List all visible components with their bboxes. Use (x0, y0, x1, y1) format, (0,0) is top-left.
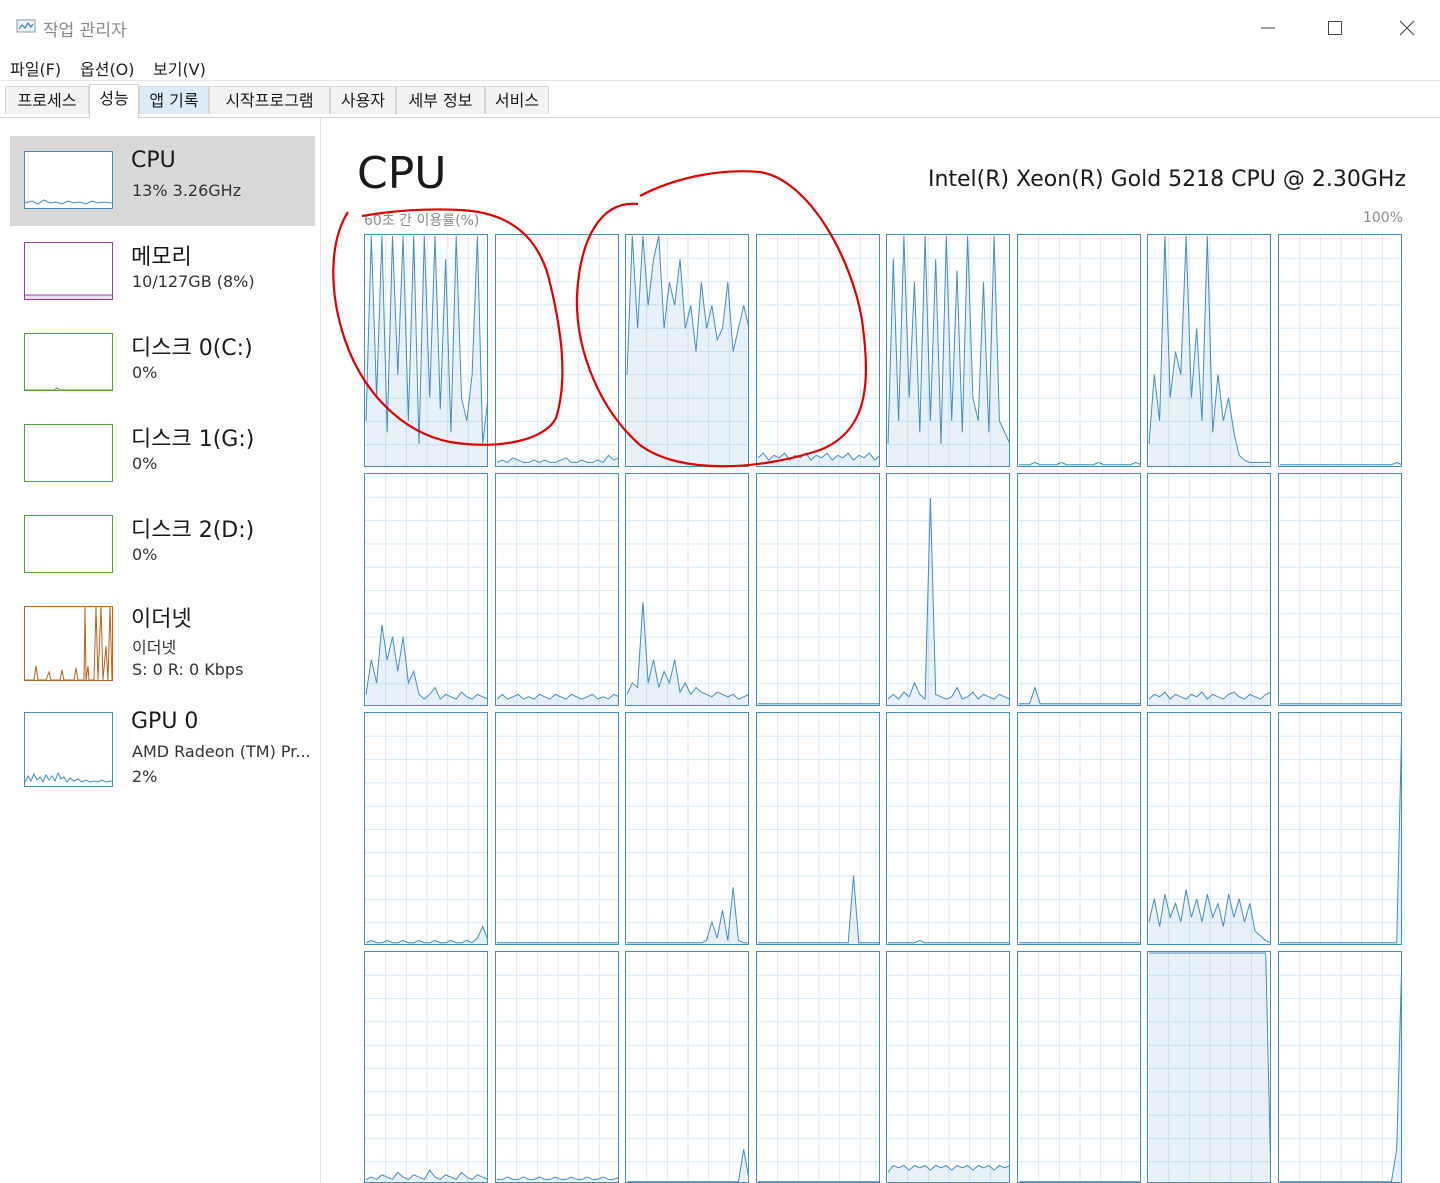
minimize-icon (1261, 27, 1275, 29)
sidebar-item-ethernet[interactable]: 이더넷 이더넷 S: 0 R: 0 Kbps (10, 591, 315, 696)
cpu-core-graph-4 (886, 234, 1010, 467)
cpu-core-graph-28 (886, 951, 1010, 1183)
tab-startup[interactable]: 시작프로그램 (209, 86, 330, 114)
cpu-core-graph-17 (495, 712, 619, 945)
window-title: 작업 관리자 (43, 21, 127, 41)
title-bar: 작업 관리자 (0, 0, 1440, 52)
cpu-core-graph-6 (1147, 234, 1271, 467)
cpu-core-graph-21 (1017, 712, 1141, 945)
maximize-button[interactable] (1312, 10, 1358, 46)
sidebar-item-cpu[interactable]: CPU 13% 3.26GHz (10, 136, 315, 226)
sidebar-item-label: 디스크 0(C:) (131, 336, 253, 361)
cpu-core-graph-16 (364, 712, 488, 945)
tab-services[interactable]: 서비스 (485, 86, 549, 114)
cpu-core-graph-19 (756, 712, 880, 945)
sidebar-item-disk0[interactable]: 디스크 0(C:) 0% (10, 318, 315, 408)
sidebar-item-memory[interactable]: 메모리 10/127GB (8%) (10, 227, 315, 317)
tab-performance[interactable]: 성능 (89, 84, 139, 118)
utilization-max-label: 100% (1362, 210, 1403, 226)
minimize-button[interactable] (1245, 10, 1291, 46)
cpu-core-graph-23 (1278, 712, 1402, 945)
sidebar-item-usage: 2% (132, 767, 158, 786)
maximize-icon (1328, 21, 1342, 35)
menu-view[interactable]: 보기(V) (153, 56, 206, 80)
close-icon (1399, 20, 1415, 36)
page-title: CPU (357, 148, 447, 199)
close-button[interactable] (1384, 10, 1430, 46)
cpu-core-graph-8 (364, 473, 488, 706)
sidebar-item-label: CPU (131, 148, 176, 173)
disk1-thumbnail (24, 424, 113, 482)
cpu-core-graph-24 (364, 951, 488, 1183)
gpu-thumbnail (24, 712, 113, 787)
cpu-core-graph-0 (364, 234, 488, 467)
sidebar-item-value: 이더넷 (132, 638, 177, 657)
cpu-core-graph-12 (886, 473, 1010, 706)
usage-area (1149, 953, 1270, 1182)
cpu-core-graph-30 (1147, 951, 1271, 1183)
cpu-core-graph-5 (1017, 234, 1141, 467)
disk0-thumbnail (24, 333, 113, 391)
cpu-core-graph-11 (756, 473, 880, 706)
tab-app-history[interactable]: 앱 기록 (139, 86, 209, 114)
cpu-core-graph-14 (1147, 473, 1271, 706)
cpu-core-graph-22 (1147, 712, 1271, 945)
sidebar-item-value: 10/127GB (8%) (132, 272, 255, 291)
sidebar-item-throughput: S: 0 R: 0 Kbps (132, 660, 244, 679)
sidebar-item-value: 0% (132, 363, 158, 382)
task-manager-icon (16, 19, 36, 33)
tab-users[interactable]: 사용자 (330, 86, 396, 114)
menu-bar: 파일(F) 옵션(O) 보기(V) (0, 52, 1440, 81)
menu-options[interactable]: 옵션(O) (80, 56, 135, 80)
sidebar-item-gpu0[interactable]: GPU 0 AMD Radeon (TM) Pr... 2% (10, 703, 315, 798)
cpu-core-graph-26 (625, 951, 749, 1183)
cpu-core-graph-25 (495, 951, 619, 1183)
sidebar-item-value: 0% (132, 545, 158, 564)
menu-file[interactable]: 파일(F) (10, 56, 61, 80)
cpu-core-graph-13 (1017, 473, 1141, 706)
cpu-thumbnail (24, 151, 113, 209)
sidebar-item-label: GPU 0 (131, 709, 199, 734)
cpu-core-graph-2 (625, 234, 749, 467)
tab-bar: 프로세스 성능 앱 기록 시작프로그램 사용자 세부 정보 서비스 (0, 81, 1440, 118)
cpu-core-graph-10 (625, 473, 749, 706)
disk2-thumbnail (24, 515, 113, 573)
ethernet-thumbnail (24, 606, 113, 681)
sidebar-item-disk1[interactable]: 디스크 1(G:) 0% (10, 409, 315, 499)
utilization-label: 60초 간 이용률(%) (364, 213, 480, 229)
cpu-core-graph-1 (495, 234, 619, 467)
sidebar-item-disk2[interactable]: 디스크 2(D:) 0% (10, 500, 315, 590)
sidebar-item-label: 디스크 2(D:) (131, 518, 255, 543)
cpu-core-graph-9 (495, 473, 619, 706)
tab-details[interactable]: 세부 정보 (396, 86, 485, 114)
cpu-core-graph-29 (1017, 951, 1141, 1183)
cpu-model-label: Intel(R) Xeon(R) Gold 5218 CPU @ 2.30GHz (927, 167, 1406, 192)
tab-processes[interactable]: 프로세스 (5, 86, 89, 114)
resource-sidebar: CPU 13% 3.26GHz 메모리 10/127GB (8%) 디스크 0(… (0, 118, 321, 1183)
sidebar-item-value: AMD Radeon (TM) Pr... (132, 742, 311, 761)
sidebar-item-label: 디스크 1(G:) (131, 427, 255, 452)
cpu-core-graph-31 (1278, 951, 1402, 1183)
cpu-core-graph-3 (756, 234, 880, 467)
cpu-core-graph-7 (1278, 234, 1402, 467)
cpu-core-graph-27 (756, 951, 880, 1183)
cpu-core-graph-15 (1278, 473, 1402, 706)
memory-thumbnail (24, 242, 113, 300)
cpu-core-graph-20 (886, 712, 1010, 945)
sidebar-item-value: 0% (132, 454, 158, 473)
cpu-core-graph-18 (625, 712, 749, 945)
sidebar-item-label: 이더넷 (131, 607, 192, 632)
sidebar-item-label: 메모리 (131, 245, 192, 270)
sidebar-item-value: 13% 3.26GHz (132, 181, 242, 200)
